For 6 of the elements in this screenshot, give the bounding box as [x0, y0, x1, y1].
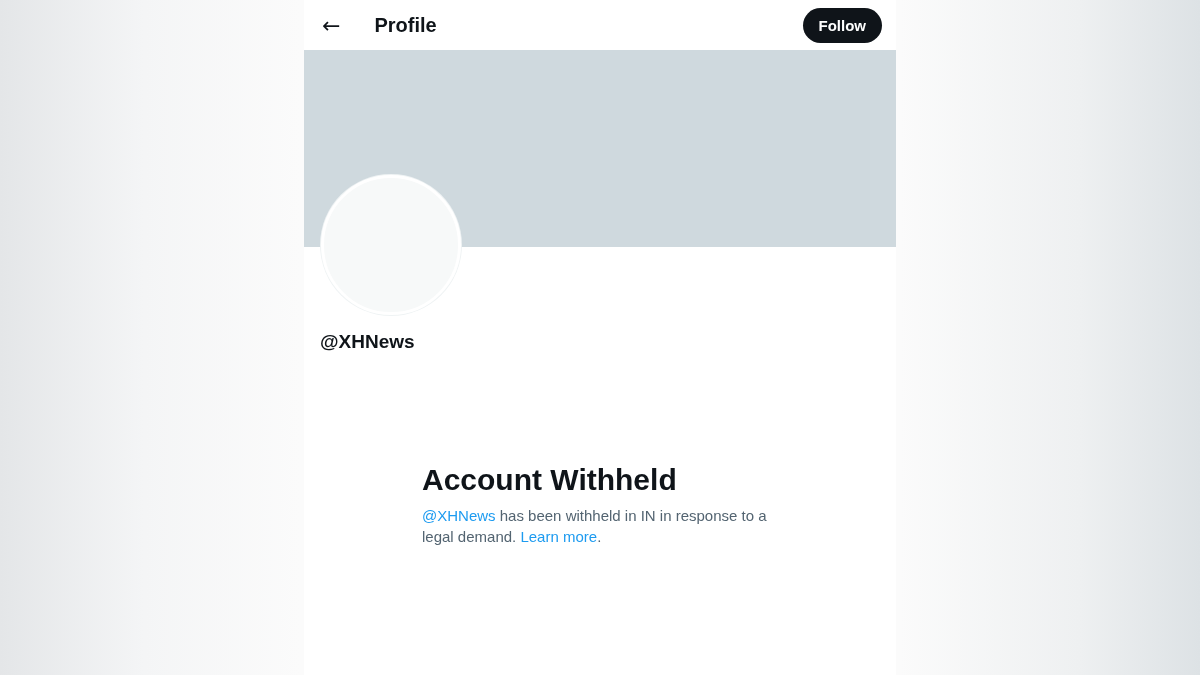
- notice-title: Account Withheld: [422, 463, 678, 497]
- follow-button[interactable]: Follow: [802, 7, 882, 43]
- profile-handle: @XHNews: [319, 331, 416, 353]
- back-button[interactable]: ←: [318, 12, 345, 38]
- page-title: Profile: [374, 13, 438, 37]
- notice-text: @XHNews has been withheld in IN in response to a legal demand. Learn more.: [422, 506, 768, 547]
